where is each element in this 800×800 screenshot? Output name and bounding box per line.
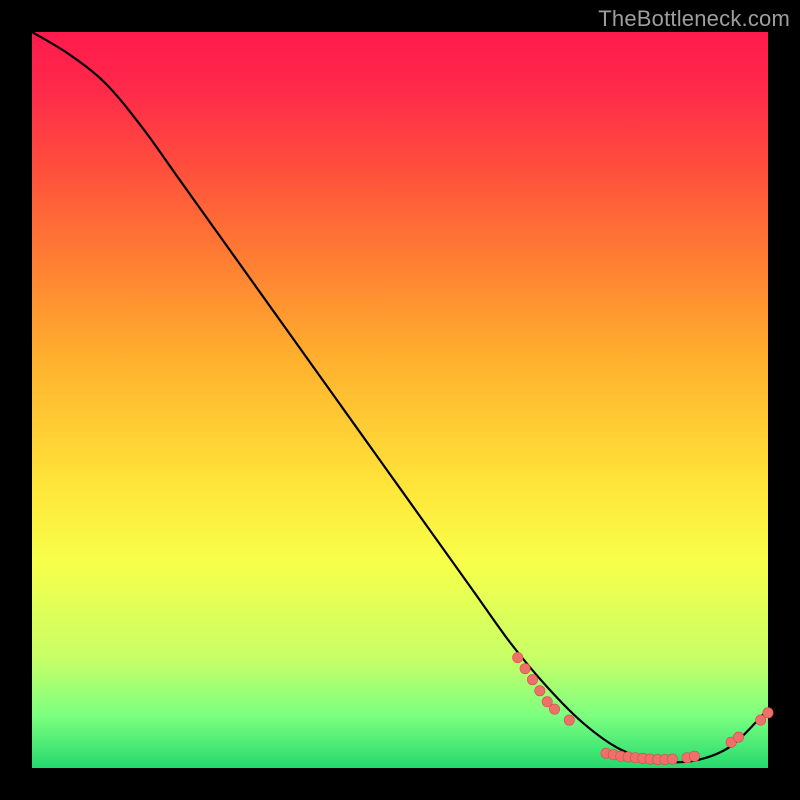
- curve-marker: [549, 704, 559, 714]
- curve-marker: [535, 686, 545, 696]
- plot-area: [32, 32, 768, 768]
- curve-svg: [32, 32, 768, 768]
- watermark-text: TheBottleneck.com: [598, 6, 790, 32]
- curve-marker: [667, 754, 677, 764]
- bottleneck-curve-line: [32, 32, 768, 762]
- chart-stage: TheBottleneck.com: [0, 0, 800, 800]
- curve-marker: [520, 663, 530, 673]
- curve-marker: [733, 732, 743, 742]
- curve-marker: [564, 715, 574, 725]
- curve-marker: [763, 708, 773, 718]
- curve-marker: [689, 751, 699, 761]
- curve-marker: [513, 652, 523, 662]
- curve-marker: [527, 674, 537, 684]
- curve-marker-group: [513, 652, 774, 764]
